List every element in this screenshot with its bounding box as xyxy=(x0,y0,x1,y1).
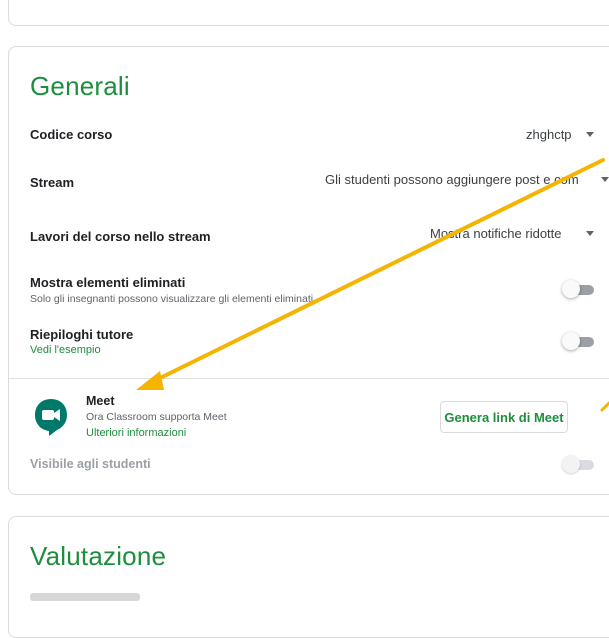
visible-to-students-label: Visibile agli studenti xyxy=(30,457,151,471)
guardian-summaries-label: Riepiloghi tutore xyxy=(30,327,134,342)
general-settings-card: Generali Codice corso zhghctp Stream Gli… xyxy=(8,46,609,495)
class-code-value: zhghctp xyxy=(526,127,572,142)
meet-learn-more-link[interactable]: Ulteriori informazioni xyxy=(86,427,186,439)
classwork-stream-select[interactable]: Mostra notifiche ridotte xyxy=(430,226,562,241)
meet-icon xyxy=(35,399,67,436)
stream-dropdown-icon[interactable] xyxy=(601,177,609,182)
guardian-summaries-toggle[interactable] xyxy=(562,332,598,352)
stream-label: Stream xyxy=(30,175,75,190)
meet-title: Meet xyxy=(86,394,115,408)
toggle-thumb xyxy=(562,332,580,350)
deleted-items-toggle[interactable] xyxy=(562,280,598,300)
classwork-dropdown-icon[interactable] xyxy=(586,231,594,236)
grading-settings-card: Valutazione xyxy=(8,516,609,638)
previous-section-card xyxy=(8,0,609,26)
truncated-label xyxy=(30,593,140,601)
section-divider xyxy=(9,378,609,379)
toggle-thumb xyxy=(562,280,580,298)
generate-meet-link-button[interactable]: Genera link di Meet xyxy=(440,401,568,433)
deleted-items-label: Mostra elementi eliminati xyxy=(30,275,186,290)
class-code-dropdown-icon[interactable] xyxy=(586,132,594,137)
class-code-label: Codice corso xyxy=(30,127,113,142)
meet-subtitle: Ora Classroom supporta Meet xyxy=(86,411,227,423)
guardian-example-link[interactable]: Vedi l'esempio xyxy=(30,344,101,356)
deleted-items-subtitle: Solo gli insegnanti possono visualizzare… xyxy=(30,293,314,305)
section-title-grading: Valutazione xyxy=(30,541,167,571)
toggle-thumb xyxy=(562,455,580,473)
classwork-stream-label: Lavori del corso nello stream xyxy=(30,229,211,244)
stream-select[interactable]: Gli studenti possono aggiungere post e c… xyxy=(325,172,579,187)
section-title-general: Generali xyxy=(30,71,130,101)
visible-to-students-toggle[interactable] xyxy=(562,455,598,475)
